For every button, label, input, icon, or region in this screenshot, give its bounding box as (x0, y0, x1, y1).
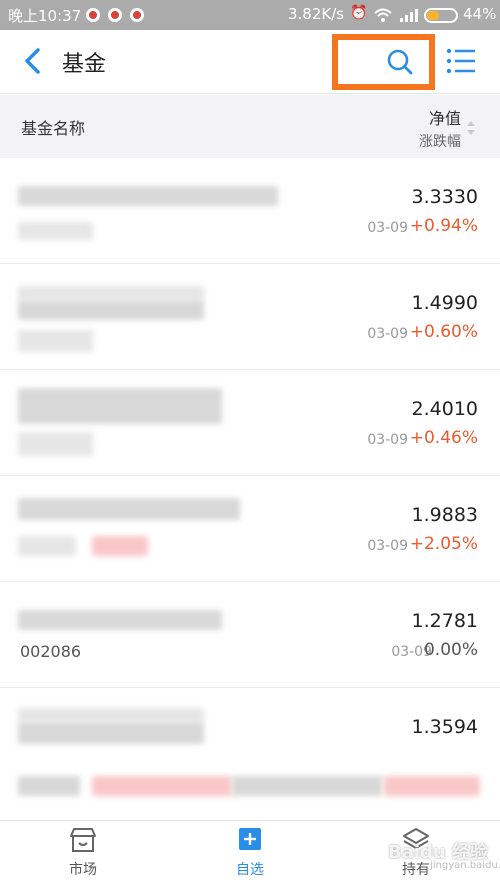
fund-name-blurred (18, 186, 278, 206)
fund-code-blurred (18, 222, 93, 240)
fund-nav: 1.2781 (411, 610, 478, 632)
fund-nav: 1.9883 (411, 504, 478, 526)
fund-row[interactable]: 2.4010 03-09 +0.46% (0, 370, 500, 476)
tab-label: 市场 (69, 862, 97, 878)
notification-icon (130, 8, 144, 22)
network-speed: 3.82K/s (288, 5, 345, 23)
tab-watchlist[interactable]: 自选 (200, 827, 300, 887)
fund-row[interactable]: 1.4990 03-09 +0.60% (0, 264, 500, 370)
fund-change: +0.94% (409, 216, 478, 236)
fund-name-blurred (18, 610, 222, 630)
fund-change: 0.00% (423, 640, 478, 660)
notification-icon (86, 8, 100, 22)
blurred-overlay (0, 760, 500, 812)
status-time: 晚上10:37 (8, 7, 82, 25)
fund-row[interactable]: 1.9883 03-09 +2.05% (0, 476, 500, 582)
fund-date: 03-09 (367, 538, 408, 554)
wifi-icon (374, 8, 392, 22)
fund-name-blurred (18, 388, 222, 424)
fund-code: 002086 (20, 642, 82, 661)
fund-code-blurred (18, 536, 76, 556)
search-highlight-box (332, 34, 435, 90)
app-header: 基金 (0, 30, 500, 94)
column-nav[interactable]: 净值 (429, 105, 461, 129)
fund-code-blurred (18, 330, 93, 352)
fund-change: +0.60% (409, 322, 478, 342)
column-change[interactable]: 涨跌幅 (419, 131, 461, 151)
column-header: 基金名称 净值 涨跌幅 (0, 95, 500, 158)
tab-market[interactable]: 市场 (33, 827, 133, 887)
tab-label: 自选 (236, 862, 264, 878)
sort-icon[interactable] (466, 119, 476, 137)
fund-name-blurred (18, 708, 204, 722)
list-menu-icon[interactable] (446, 48, 476, 74)
plus-square-icon (239, 828, 261, 850)
fund-change: +0.46% (409, 428, 478, 448)
fund-code-blurred (18, 432, 93, 456)
battery-icon (424, 8, 458, 23)
watermark-url: jingyan.baidu.com (430, 860, 500, 871)
fund-row[interactable]: 002086 1.2781 03-09 0.00% (0, 582, 500, 688)
battery-percent: 44% (463, 5, 497, 23)
fund-tag-blurred (92, 536, 148, 556)
fund-date: 03-09 (367, 220, 408, 236)
fund-name-blurred (18, 300, 204, 320)
fund-nav: 2.4010 (411, 398, 478, 420)
store-icon (70, 828, 96, 852)
tab-label: 持有 (402, 862, 430, 878)
fund-name-blurred (18, 722, 204, 744)
alarm-icon: ⏰ (350, 5, 368, 21)
fund-row[interactable]: 3.3330 03-09 +0.94% (0, 158, 500, 264)
back-arrow-icon[interactable] (18, 44, 48, 78)
fund-change: +2.05% (409, 534, 478, 554)
fund-nav: 1.3594 (411, 716, 478, 738)
fund-name-blurred (18, 498, 240, 520)
status-bar: 晚上10:37 3.82K/s ⏰ 44% (0, 0, 500, 30)
fund-nav: 1.4990 (411, 292, 478, 314)
notification-icon (108, 8, 122, 22)
column-fund-name: 基金名称 (21, 119, 86, 138)
fund-nav: 3.3330 (411, 186, 478, 208)
search-icon[interactable] (386, 48, 414, 76)
fund-date: 03-09 (367, 326, 408, 342)
signal-icon (400, 9, 418, 22)
fund-name-blurred (18, 286, 204, 300)
page-title: 基金 (62, 52, 107, 77)
fund-date: 03-09 (367, 432, 408, 448)
